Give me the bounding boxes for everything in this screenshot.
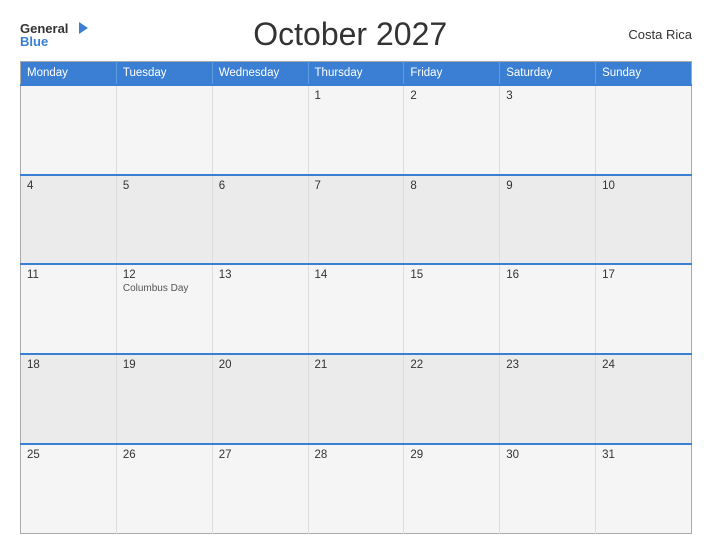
day-number: 10: [602, 180, 685, 192]
table-row: 11: [21, 264, 117, 354]
calendar-week-row: 25 26 27 28 29 30 31: [21, 444, 692, 534]
day-number: 16: [506, 269, 589, 281]
day-number: 19: [123, 359, 206, 371]
table-row: 31: [596, 444, 692, 534]
table-row: 25: [21, 444, 117, 534]
day-number: 14: [315, 269, 398, 281]
header-saturday: Saturday: [500, 62, 596, 86]
table-row: 14: [308, 264, 404, 354]
calendar-week-row: 4 5 6 78 9 10: [21, 175, 692, 265]
day-number: 3: [506, 90, 589, 102]
table-row: 30: [500, 444, 596, 534]
header: General Blue October 2027 Costa Rica: [20, 16, 692, 53]
table-row: [596, 85, 692, 175]
day-number: 30: [506, 449, 589, 461]
day-number: 8: [410, 180, 493, 192]
calendar-week-row: 11 12 Columbus Day 13 14 15 16 17: [21, 264, 692, 354]
day-number: 13: [219, 269, 302, 281]
table-row: 29: [404, 444, 500, 534]
table-row: 23: [500, 354, 596, 444]
day-number: 2: [410, 90, 493, 102]
header-monday: Monday: [21, 62, 117, 86]
table-row: 5: [116, 175, 212, 265]
table-row: 22: [404, 354, 500, 444]
day-number: 4: [27, 180, 110, 192]
header-wednesday: Wednesday: [212, 62, 308, 86]
table-row: 9: [500, 175, 596, 265]
table-row: 24: [596, 354, 692, 444]
day-number: 7: [315, 180, 398, 192]
calendar-week-row: 18 19 20 21 22 23 24: [21, 354, 692, 444]
day-number: 11: [27, 269, 110, 281]
table-row: 2: [404, 85, 500, 175]
logo-general: General: [20, 22, 68, 35]
logo: General Blue: [20, 21, 88, 48]
day-number: 9: [506, 180, 589, 192]
table-row: 28: [308, 444, 404, 534]
calendar-page: General Blue October 2027 Costa Rica Mon…: [0, 0, 712, 550]
day-number: 5: [123, 180, 206, 192]
table-row: 17: [596, 264, 692, 354]
header-thursday: Thursday: [308, 62, 404, 86]
table-row: 12 Columbus Day: [116, 264, 212, 354]
logo-blue: Blue: [20, 35, 48, 48]
day-number: 18: [27, 359, 110, 371]
header-friday: Friday: [404, 62, 500, 86]
table-row: 27: [212, 444, 308, 534]
day-number: 20: [219, 359, 302, 371]
table-row: 19: [116, 354, 212, 444]
table-row: 20: [212, 354, 308, 444]
day-number: 15: [410, 269, 493, 281]
table-row: [212, 85, 308, 175]
day-number: 24: [602, 359, 685, 371]
day-number: 27: [219, 449, 302, 461]
table-row: [116, 85, 212, 175]
table-row: 10: [596, 175, 692, 265]
table-row: 8: [404, 175, 500, 265]
table-row: 13: [212, 264, 308, 354]
day-number: 1: [315, 90, 398, 102]
country-label: Costa Rica: [612, 27, 692, 42]
day-number: 28: [315, 449, 398, 461]
day-number: 26: [123, 449, 206, 461]
day-number: 29: [410, 449, 493, 461]
day-number: 21: [315, 359, 398, 371]
table-row: [21, 85, 117, 175]
calendar-week-row: 12 3: [21, 85, 692, 175]
table-row: 6: [212, 175, 308, 265]
day-number: 17: [602, 269, 685, 281]
day-number: 22: [410, 359, 493, 371]
table-row: 3: [500, 85, 596, 175]
table-row: 15: [404, 264, 500, 354]
table-row: 7: [308, 175, 404, 265]
event-label: Columbus Day: [123, 283, 206, 294]
day-number: 23: [506, 359, 589, 371]
header-tuesday: Tuesday: [116, 62, 212, 86]
table-row: 1: [308, 85, 404, 175]
table-row: 16: [500, 264, 596, 354]
weekday-header-row: Monday Tuesday Wednesday Thursday Friday…: [21, 62, 692, 86]
header-sunday: Sunday: [596, 62, 692, 86]
day-number: 25: [27, 449, 110, 461]
day-number: 12: [123, 269, 206, 281]
month-title: October 2027: [88, 16, 612, 53]
table-row: 4: [21, 175, 117, 265]
day-number: 31: [602, 449, 685, 461]
day-number: 6: [219, 180, 302, 192]
table-row: 26: [116, 444, 212, 534]
calendar-table: Monday Tuesday Wednesday Thursday Friday…: [20, 61, 692, 534]
table-row: 21: [308, 354, 404, 444]
table-row: 18: [21, 354, 117, 444]
logo-flag-icon: [70, 21, 88, 35]
